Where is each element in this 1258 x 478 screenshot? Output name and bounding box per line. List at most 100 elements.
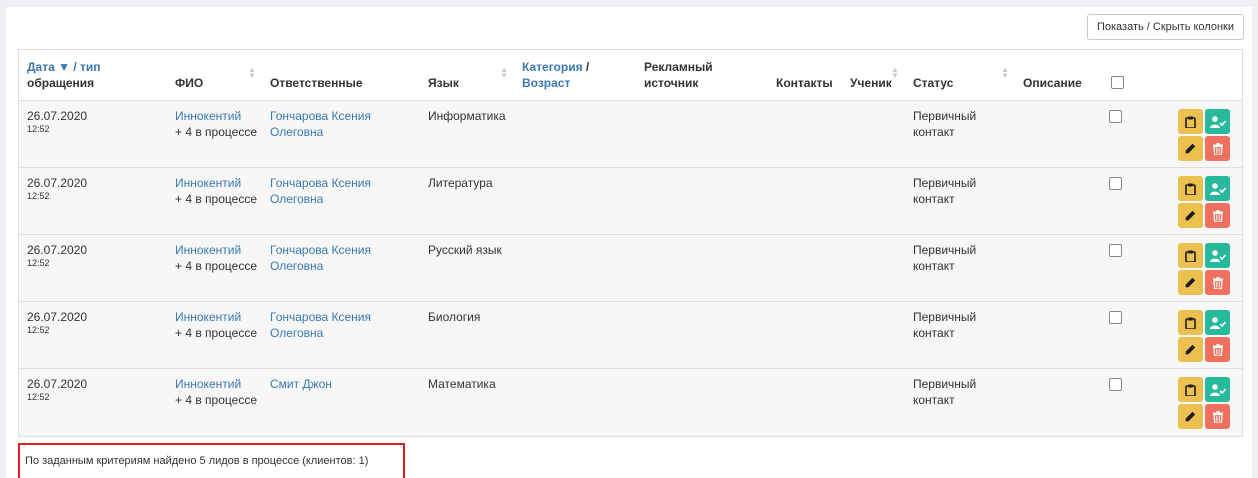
category-cell <box>514 301 636 369</box>
select-cell <box>1101 167 1171 235</box>
source-header-line2: источник <box>644 76 699 90</box>
responsible-link[interactable]: Гончарова Ксения Олеговна <box>270 243 371 273</box>
responsible-name-line2: Олеговна <box>270 125 324 139</box>
col-category-header[interactable]: Категория / Возраст <box>514 50 636 101</box>
row-checkbox[interactable] <box>1109 378 1122 391</box>
clipboard-icon <box>1185 317 1196 329</box>
table-row: 26.07.2020 12:52 Иннокентий + 4 в процес… <box>19 100 1242 168</box>
row-actions <box>1178 310 1234 366</box>
clipboard-button[interactable] <box>1178 176 1203 201</box>
fio-cell: Иннокентий + 4 в процессе <box>167 234 262 302</box>
client-name-link[interactable]: Иннокентий <box>175 310 241 324</box>
clipboard-button[interactable] <box>1178 243 1203 268</box>
client-name-link[interactable]: Иннокентий <box>175 176 241 190</box>
clipboard-button[interactable] <box>1178 109 1203 134</box>
user-check-icon <box>1209 383 1226 396</box>
delete-button[interactable] <box>1205 136 1230 161</box>
delete-button[interactable] <box>1205 404 1230 429</box>
responsible-link[interactable]: Смит Джон <box>270 377 332 391</box>
row-actions <box>1178 109 1234 165</box>
responsible-cell: Гончарова Ксения Олеговна <box>262 167 420 235</box>
select-all-checkbox[interactable] <box>1111 76 1124 89</box>
row-checkbox[interactable] <box>1109 244 1122 257</box>
description-cell <box>1015 301 1101 369</box>
edit-button[interactable] <box>1178 136 1203 161</box>
status-cell: Первичный контакт <box>905 301 1015 369</box>
col-description-header: Описание <box>1015 50 1101 101</box>
row-checkbox[interactable] <box>1109 311 1122 324</box>
clipboard-icon <box>1185 250 1196 262</box>
edit-button[interactable] <box>1178 203 1203 228</box>
in-process-count: + 4 в процессе <box>175 393 257 407</box>
assign-user-button[interactable] <box>1205 310 1230 335</box>
status-cell: Первичный контакт <box>905 368 1015 436</box>
col-student-header[interactable]: Ученик ▲ ▼ <box>842 50 905 101</box>
in-process-count: + 4 в процессе <box>175 192 257 206</box>
source-cell <box>636 368 768 436</box>
clipboard-icon <box>1185 384 1196 396</box>
responsible-name-line1: Гончарова Ксения <box>270 310 372 324</box>
sort-arrows-icon[interactable]: ▲ ▼ <box>500 66 508 80</box>
date-cell: 26.07.2020 12:52 <box>19 234 167 302</box>
lead-time: 12:52 <box>27 191 50 201</box>
assign-user-button[interactable] <box>1205 176 1230 201</box>
table-row: 26.07.2020 12:52 Иннокентий + 4 в процес… <box>19 234 1242 302</box>
status-line2: контакт <box>913 326 955 340</box>
sort-arrows-icon[interactable]: ▲ ▼ <box>1001 66 1009 80</box>
sort-arrows-icon[interactable]: ▲ ▼ <box>891 66 899 80</box>
source-cell <box>636 100 768 168</box>
row-checkbox[interactable] <box>1109 177 1122 190</box>
status-cell: Первичный контакт <box>905 167 1015 235</box>
client-name-link[interactable]: Иннокентий <box>175 109 241 123</box>
responsible-cell: Гончарова Ксения Олеговна <box>262 100 420 168</box>
delete-button[interactable] <box>1205 337 1230 362</box>
date-header-rest: обращения <box>27 76 95 90</box>
student-cell <box>842 167 905 235</box>
fio-cell: Иннокентий + 4 в процессе <box>167 100 262 168</box>
date-cell: 26.07.2020 12:52 <box>19 100 167 168</box>
client-name-link[interactable]: Иннокентий <box>175 377 241 391</box>
clipboard-button[interactable] <box>1178 377 1203 402</box>
responsible-link[interactable]: Гончарова Ксения Олеговна <box>270 176 371 206</box>
language-cell: Русский язык <box>420 234 514 302</box>
assign-user-button[interactable] <box>1205 377 1230 402</box>
assign-user-button[interactable] <box>1205 109 1230 134</box>
clipboard-icon <box>1185 116 1196 128</box>
sort-category-link[interactable]: Категория <box>522 60 583 74</box>
lead-date: 26.07.2020 <box>27 377 88 391</box>
student-cell <box>842 100 905 168</box>
clipboard-button[interactable] <box>1178 310 1203 335</box>
toggle-columns-button[interactable]: Показать / Скрыть колонки <box>1086 14 1244 40</box>
edit-button[interactable] <box>1178 337 1203 362</box>
contacts-cell <box>768 368 842 436</box>
sort-date-link[interactable]: Дата ▼ / тип <box>27 60 101 74</box>
pencil-icon <box>1185 143 1196 154</box>
client-name-link[interactable]: Иннокентий <box>175 243 241 257</box>
user-check-icon <box>1209 115 1226 128</box>
student-cell <box>842 368 905 436</box>
responsible-name-line2: Олеговна <box>270 259 324 273</box>
col-status-header[interactable]: Статус ▲ ▼ <box>905 50 1015 101</box>
sort-arrows-icon[interactable]: ▲ ▼ <box>248 66 256 80</box>
col-date-header[interactable]: Дата ▼ / тип обращения <box>19 50 167 101</box>
edit-button[interactable] <box>1178 404 1203 429</box>
responsible-cell: Гончарова Ксения Олеговна <box>262 301 420 369</box>
table-row: 26.07.2020 12:52 Иннокентий + 4 в процес… <box>19 368 1242 436</box>
in-process-count: + 4 в процессе <box>175 259 257 273</box>
pencil-icon <box>1185 210 1196 221</box>
responsible-link[interactable]: Гончарова Ксения Олеговна <box>270 109 371 139</box>
edit-button[interactable] <box>1178 270 1203 295</box>
student-cell <box>842 301 905 369</box>
responsible-link[interactable]: Гончарова Ксения Олеговна <box>270 310 371 340</box>
col-language-header[interactable]: Язык ▲ ▼ <box>420 50 514 101</box>
assign-user-button[interactable] <box>1205 243 1230 268</box>
table-row: 26.07.2020 12:52 Иннокентий + 4 в процес… <box>19 301 1242 369</box>
col-fio-header[interactable]: ФИО ▲ ▼ <box>167 50 262 101</box>
date-cell: 26.07.2020 12:52 <box>19 167 167 235</box>
delete-button[interactable] <box>1205 270 1230 295</box>
row-checkbox[interactable] <box>1109 110 1122 123</box>
sort-age-link[interactable]: Возраст <box>522 76 570 90</box>
delete-button[interactable] <box>1205 203 1230 228</box>
lead-time: 12:52 <box>27 124 50 134</box>
description-cell <box>1015 368 1101 436</box>
